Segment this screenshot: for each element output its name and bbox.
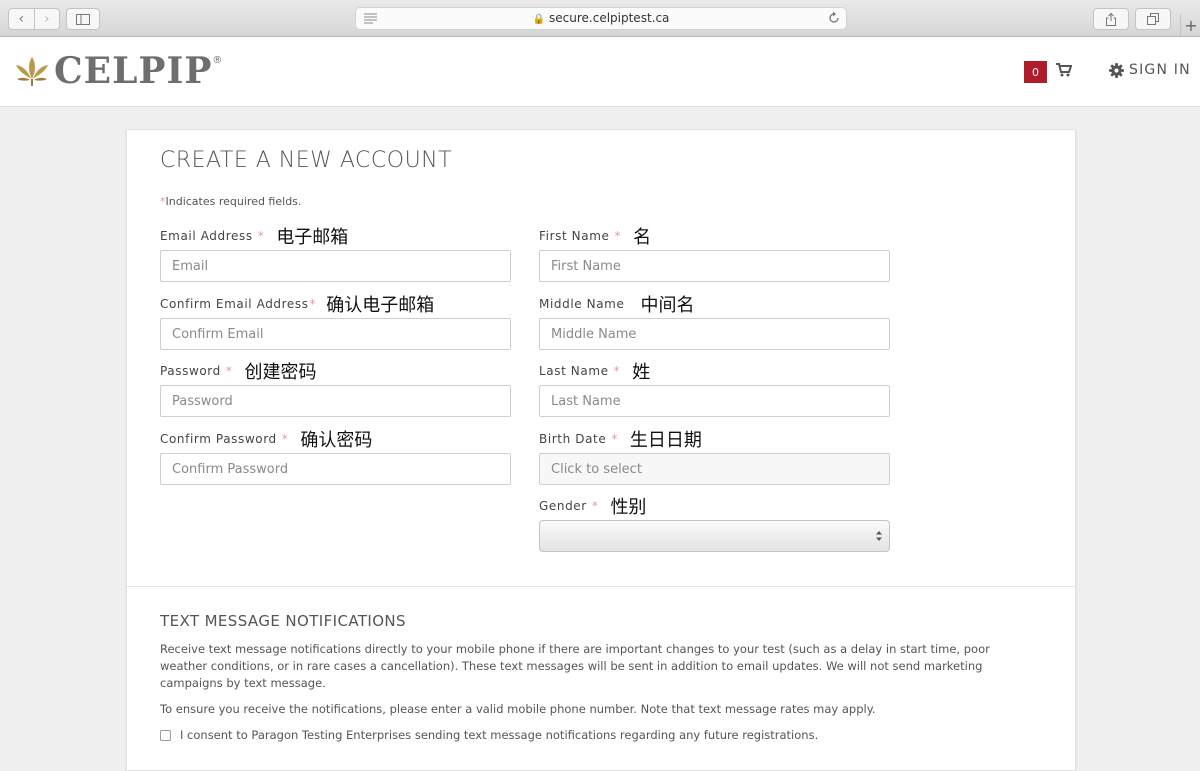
logo-wordmark: CELPIP bbox=[54, 50, 213, 92]
celpip-logo[interactable]: CELPIP ® bbox=[14, 53, 222, 89]
password-input[interactable] bbox=[160, 385, 511, 417]
page-title: CREATE A NEW ACCOUNT bbox=[160, 148, 453, 173]
sms-section-title: TEXT MESSAGE NOTIFICATIONS bbox=[160, 612, 406, 630]
sidebar-icon bbox=[76, 13, 90, 25]
last-name-label-text: Last Name bbox=[539, 364, 609, 378]
gender-label: Gender * 性别 bbox=[539, 496, 647, 518]
required-fields-note: *Indicates required fields. bbox=[160, 195, 301, 208]
tabs-icon bbox=[1147, 12, 1159, 25]
shopping-cart-icon[interactable] bbox=[1056, 63, 1072, 77]
sms-consent-label: I consent to Paragon Testing Enterprises… bbox=[180, 728, 819, 742]
browser-toolbar: ‹ › 🔒 secure.celpiptest.ca + bbox=[0, 0, 1200, 37]
sign-in-label: SIGN IN bbox=[1129, 62, 1191, 78]
middle-name-input[interactable] bbox=[539, 318, 890, 350]
gender-annotation: 性别 bbox=[610, 497, 647, 518]
birth-date-group: Birth Date * 生日日期 bbox=[539, 429, 890, 485]
first-name-annotation: 名 bbox=[633, 227, 652, 248]
middle-name-annotation: 中间名 bbox=[640, 295, 695, 316]
last-name-group: Last Name * 姓 bbox=[539, 361, 890, 417]
first-name-input[interactable] bbox=[539, 250, 890, 282]
gender-label-text: Gender bbox=[539, 499, 587, 513]
sms-description: Receive text message notifications direc… bbox=[160, 642, 990, 690]
email-label-text: Email Address bbox=[160, 229, 253, 243]
create-account-card: CREATE A NEW ACCOUNT *Indicates required… bbox=[126, 129, 1076, 771]
last-name-input[interactable] bbox=[539, 385, 890, 417]
cart-count-badge[interactable]: 0 bbox=[1024, 61, 1047, 83]
confirm-password-label: Confirm Password * 确认密码 bbox=[160, 429, 373, 451]
confirm-email-group: Confirm Email Address * 确认电子邮箱 bbox=[160, 294, 511, 350]
first-name-label: First Name * 名 bbox=[539, 226, 652, 248]
tabs-overview-button[interactable] bbox=[1135, 8, 1171, 30]
password-annotation: 创建密码 bbox=[244, 362, 317, 383]
email-group: Email Address * 电子邮箱 bbox=[160, 226, 511, 282]
confirm-password-input[interactable] bbox=[160, 453, 511, 485]
url-text: secure.celpiptest.ca bbox=[549, 11, 670, 25]
confirm-password-annotation: 确认密码 bbox=[300, 430, 373, 451]
middle-name-label: Middle Name 中间名 bbox=[539, 294, 695, 316]
required-note-text: Indicates required fields. bbox=[165, 195, 302, 208]
middle-name-group: Middle Name 中间名 bbox=[539, 294, 890, 350]
required-star: * bbox=[309, 297, 317, 311]
first-name-group: First Name * 名 bbox=[539, 226, 890, 282]
gender-group: Gender * 性别 bbox=[539, 496, 890, 552]
section-divider bbox=[127, 586, 1075, 587]
address-bar[interactable]: 🔒 secure.celpiptest.ca bbox=[355, 7, 847, 30]
middle-name-label-text: Middle Name bbox=[539, 297, 625, 311]
history-buttons: ‹ › bbox=[8, 8, 60, 30]
required-star: * bbox=[614, 229, 622, 243]
password-label-text: Password bbox=[160, 364, 221, 378]
forward-button[interactable]: › bbox=[33, 9, 60, 29]
birth-date-picker[interactable] bbox=[539, 453, 890, 485]
birth-date-label: Birth Date * 生日日期 bbox=[539, 429, 702, 451]
gender-select[interactable] bbox=[539, 520, 890, 552]
reload-icon[interactable] bbox=[828, 11, 840, 25]
required-star: * bbox=[281, 432, 289, 446]
confirm-email-annotation: 确认电子邮箱 bbox=[326, 295, 435, 316]
last-name-annotation: 姓 bbox=[632, 362, 651, 383]
registered-mark: ® bbox=[212, 55, 223, 66]
birth-date-annotation: 生日日期 bbox=[629, 430, 702, 451]
confirm-email-label-text: Confirm Email Address bbox=[160, 297, 309, 311]
new-tab-button[interactable]: + bbox=[1180, 14, 1200, 36]
sms-consent[interactable]: I consent to Paragon Testing Enterprises… bbox=[160, 728, 818, 742]
sign-in-link[interactable]: SIGN IN bbox=[1109, 62, 1191, 78]
birth-date-label-text: Birth Date bbox=[539, 432, 607, 446]
select-arrows-icon bbox=[876, 531, 882, 541]
email-label: Email Address * 电子邮箱 bbox=[160, 226, 349, 248]
url-display[interactable]: 🔒 secure.celpiptest.ca bbox=[356, 11, 846, 25]
password-group: Password * 创建密码 bbox=[160, 361, 511, 417]
last-name-label: Last Name * 姓 bbox=[539, 361, 651, 383]
password-label: Password * 创建密码 bbox=[160, 361, 317, 383]
sms-consent-checkbox[interactable] bbox=[160, 729, 171, 741]
required-star: * bbox=[591, 499, 599, 513]
maple-leaf-logo-icon bbox=[16, 57, 48, 86]
required-star: * bbox=[257, 229, 265, 243]
confirm-password-group: Confirm Password * 确认密码 bbox=[160, 429, 511, 485]
required-star: * bbox=[611, 432, 618, 446]
sidebar-toggle-button[interactable] bbox=[66, 8, 100, 30]
confirm-email-label: Confirm Email Address * 确认电子邮箱 bbox=[160, 294, 435, 316]
confirm-email-input[interactable] bbox=[160, 318, 511, 350]
first-name-label-text: First Name bbox=[539, 229, 610, 243]
email-annotation: 电子邮箱 bbox=[276, 227, 349, 248]
confirm-password-label-text: Confirm Password bbox=[160, 432, 277, 446]
required-star: * bbox=[225, 364, 233, 378]
gear-icon bbox=[1109, 62, 1124, 78]
sms-rates-note: To ensure you receive the notifications,… bbox=[160, 702, 876, 716]
email-input[interactable] bbox=[160, 250, 511, 282]
share-button[interactable] bbox=[1093, 8, 1129, 30]
share-icon bbox=[1106, 12, 1116, 26]
site-header: CELPIP ® 0 SIGN IN bbox=[0, 37, 1200, 107]
lock-icon: 🔒 bbox=[532, 14, 546, 25]
required-star: * bbox=[613, 364, 621, 378]
back-button[interactable]: ‹ bbox=[9, 9, 34, 29]
